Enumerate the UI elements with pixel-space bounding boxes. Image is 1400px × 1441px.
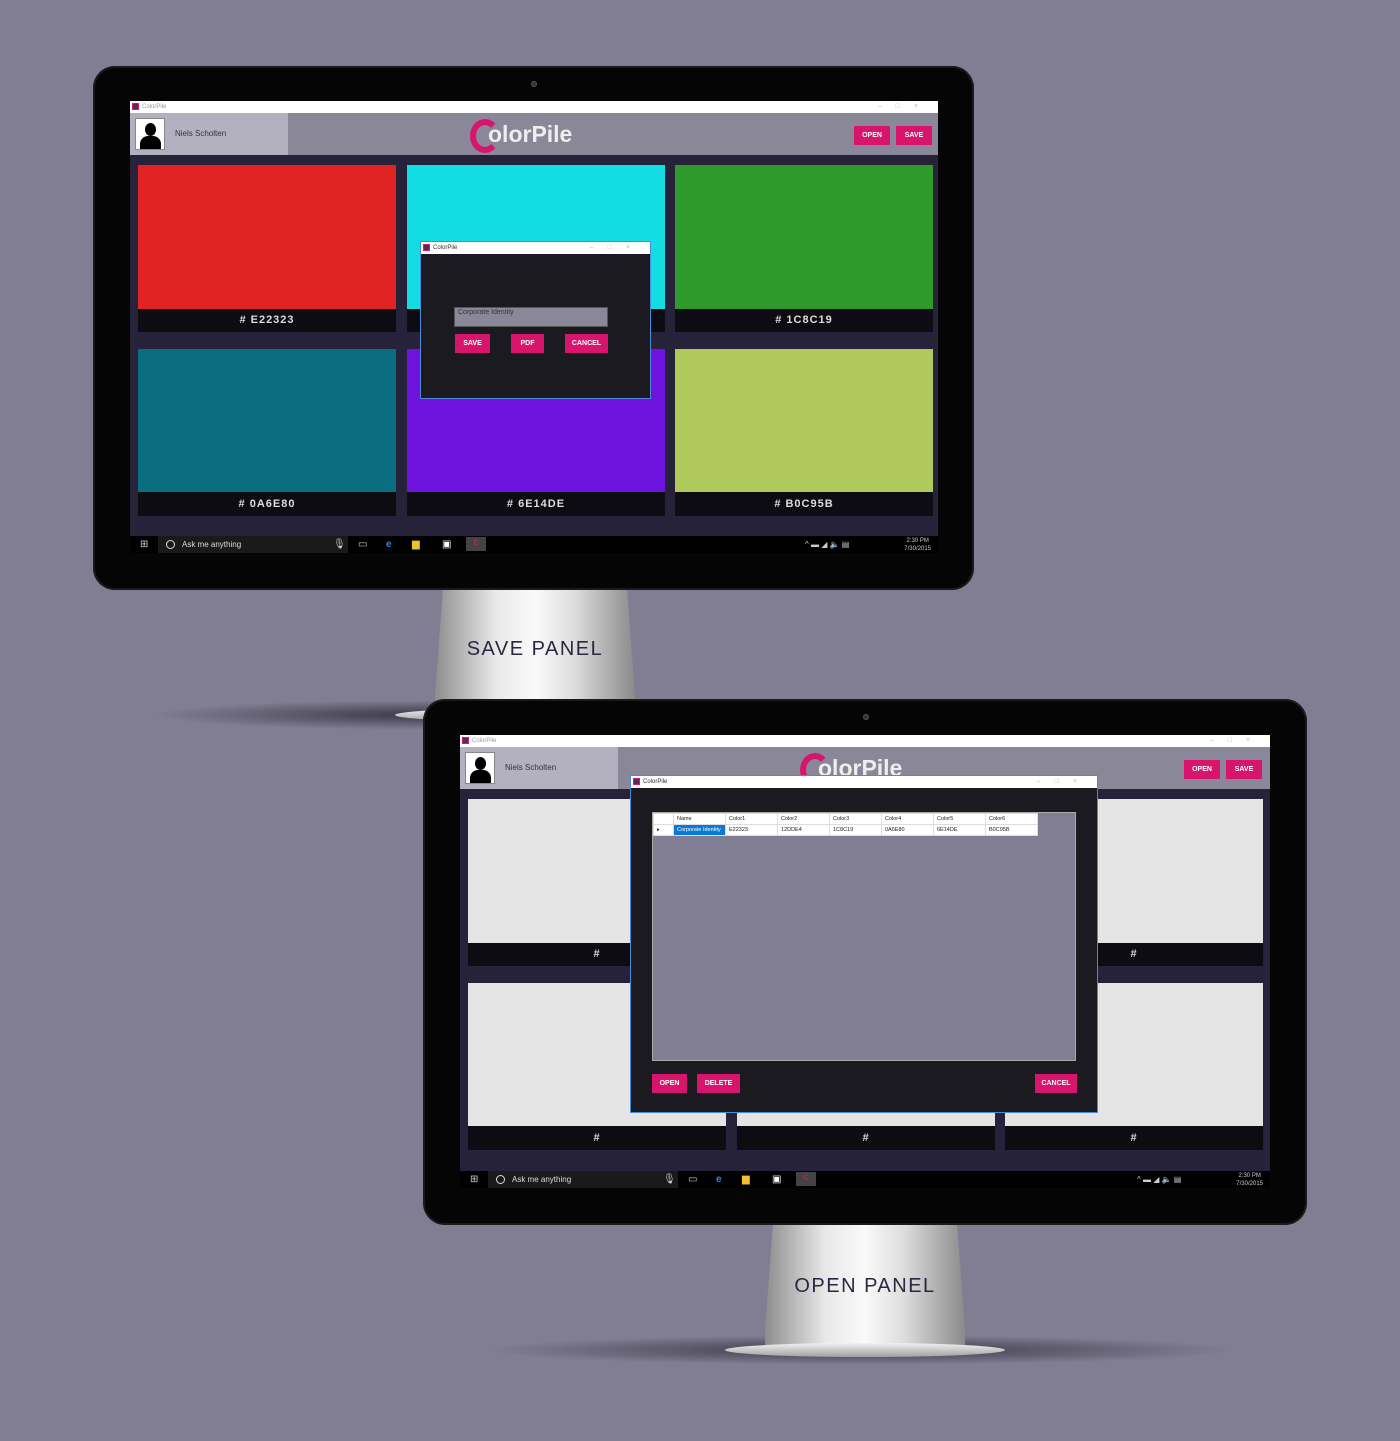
monitor-stand: SAVE PANEL [435,588,635,710]
color-swatch[interactable] [138,165,396,309]
task-view-icon[interactable]: ▭ [358,539,367,550]
table-cell[interactable]: 1C8C19 [829,824,882,836]
store-icon[interactable]: ▣ [772,1174,781,1185]
tray-icons[interactable]: ^ ▬ ◢ 🔈 ▤ [1137,1174,1181,1185]
palette-name-input[interactable]: Corporate Identity [454,307,608,327]
color-swatch[interactable] [138,349,396,492]
save-button[interactable]: SAVE [1226,760,1262,779]
open-dialog: ColorPile –□× Name Color1 Color2 Color3 Color… [630,775,1098,1113]
search-box[interactable]: Ask me anything [488,1171,678,1188]
windows-start-icon[interactable]: ⊞ [140,539,148,550]
monitor-stand: OPEN PANEL [765,1223,965,1345]
window-title: ColorPile [142,104,167,110]
taskbar: ⊞ Ask me anything 🎙 ▭ e ▆ ▣ c ^ ▬ ◢ 🔈 ▤ … [460,1171,1270,1188]
window-titlebar: ColorPile –□× [130,101,938,113]
stand-label: OPEN PANEL [794,1275,936,1297]
dialog-delete-button[interactable]: DELETE [697,1074,740,1093]
save-dialog: ColorPile –□× Corporate Identity SAVE PDF… [420,241,651,399]
hex-label: # 6E14DE [407,492,665,516]
dialog-cancel-button[interactable]: CANCEL [1035,1074,1077,1093]
search-box[interactable]: Ask me anything [158,536,348,553]
dialog-pdf-button[interactable]: PDF [511,334,544,353]
table-cell[interactable]: 12DDE4 [777,824,830,836]
column-header[interactable]: Color5 [933,813,986,825]
color-swatch[interactable] [675,165,933,309]
column-header[interactable]: Name [673,813,726,825]
user-panel: Niels Scholten [130,113,288,155]
clock: 2:30 PM 7/30/2015 [904,538,931,552]
column-header[interactable]: Color2 [777,813,830,825]
table-cell[interactable]: B0C95B [985,824,1038,836]
webcam [531,81,537,87]
color-swatch[interactable] [675,349,933,492]
open-button[interactable]: OPEN [1184,760,1220,779]
column-header[interactable]: Color1 [725,813,778,825]
open-button[interactable]: OPEN [854,126,890,145]
dialog-controls[interactable]: –□× [1037,776,1091,788]
hex-label: # [737,1126,995,1150]
window-controls[interactable]: –□× [878,101,932,113]
hex-label: # [1005,1126,1263,1150]
logo: olorPile [470,115,572,153]
palette-table[interactable]: Name Color1 Color2 Color3 Color4 Color5 Color6… [652,812,1076,1061]
dialog-titlebar: ColorPile –□× [421,242,650,254]
table-cell[interactable]: Corporate Identity [673,824,726,836]
column-header[interactable]: Color4 [881,813,934,825]
hex-label: # [468,1126,726,1150]
dialog-controls[interactable]: –□× [590,242,644,254]
hex-label: # 1C8C19 [675,309,933,332]
edge-icon[interactable]: e [716,1174,722,1185]
save-button[interactable]: SAVE [896,126,932,145]
monitor-foot [725,1343,1005,1357]
avatar [135,118,165,150]
table-row[interactable]: ▸ Corporate Identity E22323 12DDE4 1C8C19 0A6… [653,824,1038,836]
tray-icons[interactable]: ^ ▬ ◢ 🔈 ▤ [805,539,849,550]
column-header[interactable]: Color6 [985,813,1038,825]
hex-label: # B0C95B [675,492,933,516]
user-name: Niels Scholten [505,763,557,772]
hex-label: # 0A6E80 [138,492,396,516]
column-header[interactable]: Color3 [829,813,882,825]
microphone-icon[interactable]: 🎙 [333,539,346,550]
hex-label: # E22323 [138,309,396,332]
app-icon [132,103,139,110]
edge-icon[interactable]: e [386,539,392,550]
window-controls[interactable]: –□× [1210,735,1264,747]
user-name: Niels Scholten [175,129,227,138]
app-header: Niels Scholten olorPile OPEN SAVE [130,113,938,155]
windows-start-icon[interactable]: ⊞ [470,1174,478,1185]
file-explorer-icon[interactable]: ▆ [742,1174,750,1185]
user-panel: Niels Scholten [460,747,618,789]
stand-label: SAVE PANEL [466,638,604,660]
dialog-cancel-button[interactable]: CANCEL [565,334,608,353]
screen-open-panel: ColorPile –□× Niels Scholten olorPile OPE… [460,735,1270,1188]
colorpile-taskbar-icon[interactable]: c [466,537,486,551]
window-titlebar: ColorPile –□× [460,735,1270,747]
table-cell[interactable]: E22323 [725,824,778,836]
file-explorer-icon[interactable]: ▆ [412,539,420,550]
dialog-open-button[interactable]: OPEN [652,1074,687,1093]
dialog-titlebar: ColorPile –□× [631,776,1097,788]
table-cell[interactable]: 0A6E80 [881,824,934,836]
webcam [863,714,869,720]
avatar [465,752,495,784]
colorpile-taskbar-icon[interactable]: c [796,1172,816,1186]
microphone-icon[interactable]: 🎙 [663,1174,676,1185]
clock: 2:30 PM 7/30/2015 [1236,1173,1263,1187]
screen-save-panel: ColorPile –□× Niels Scholten olorPile OPE… [130,101,938,553]
task-view-icon[interactable]: ▭ [688,1174,697,1185]
taskbar: ⊞ Ask me anything 🎙 ▭ e ▆ ▣ c ^ ▬ ◢ 🔈 ▤ … [130,536,938,553]
dialog-save-button[interactable]: SAVE [455,334,490,353]
store-icon[interactable]: ▣ [442,539,451,550]
table-cell[interactable]: 6E14DE [933,824,986,836]
